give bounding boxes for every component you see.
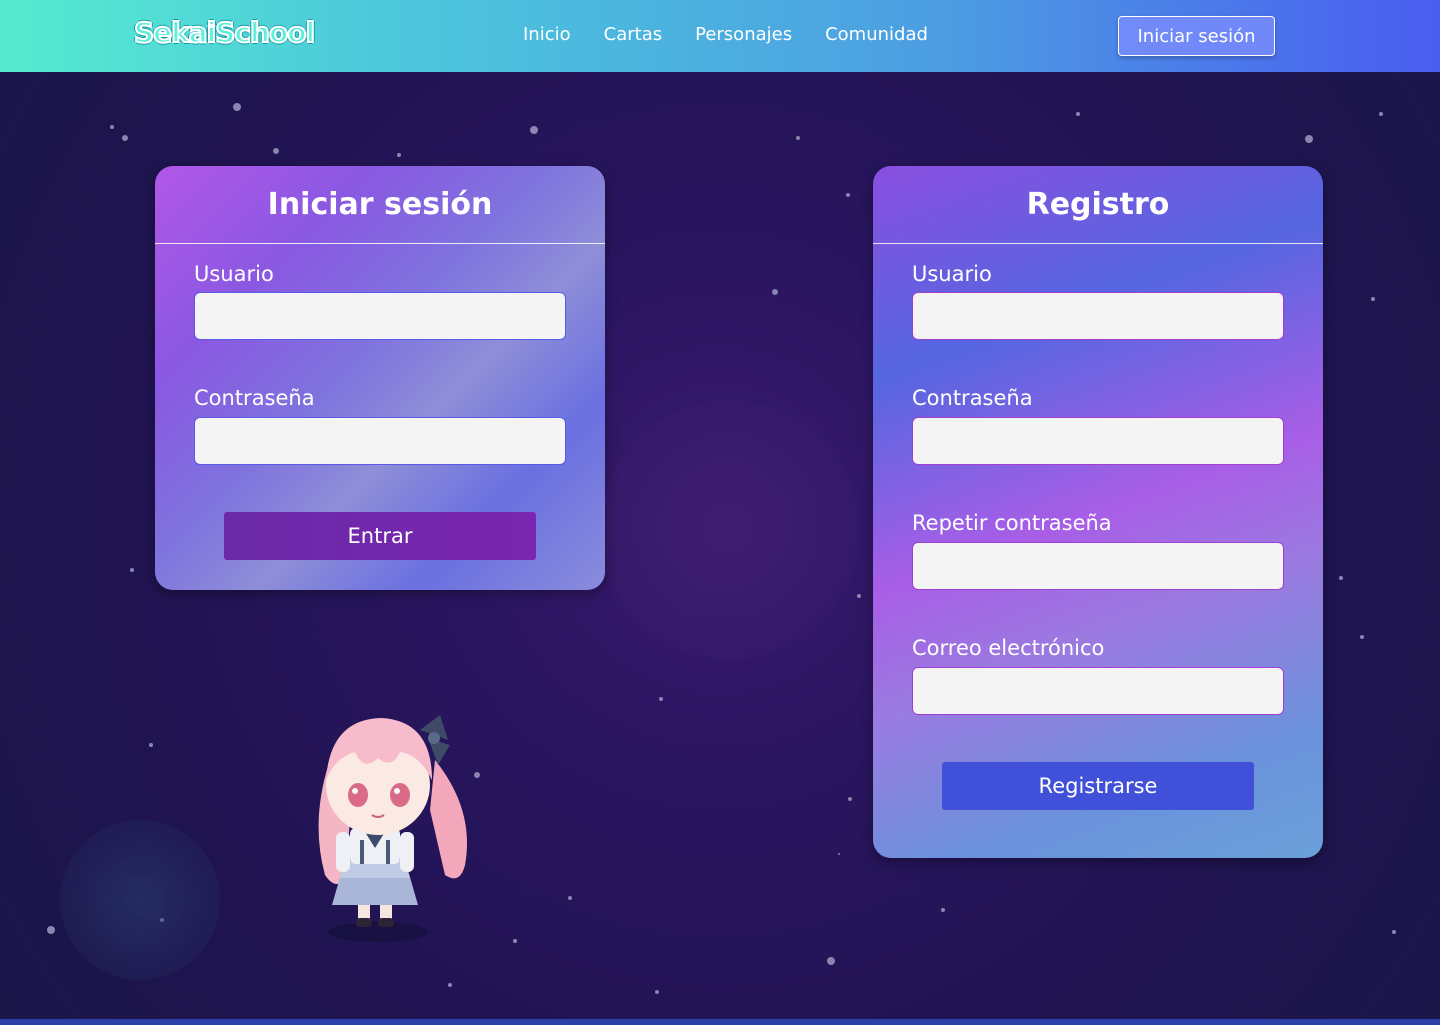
- star-dot: [513, 939, 517, 943]
- login-card: Iniciar sesión Usuario Contraseña Entrar: [155, 166, 605, 590]
- background-glow: [60, 820, 220, 980]
- star-dot: [149, 743, 153, 747]
- star-dot: [1360, 635, 1364, 639]
- star-dot: [530, 126, 538, 134]
- star-dot: [827, 957, 835, 965]
- register-submit-button[interactable]: Registrarse: [942, 762, 1254, 810]
- register-password-label: Contraseña: [912, 386, 1033, 410]
- star-dot: [1076, 112, 1080, 116]
- star-dot: [1379, 112, 1383, 116]
- star-dot: [110, 125, 114, 129]
- star-dot: [1305, 135, 1313, 143]
- register-title: Registro: [873, 166, 1323, 244]
- footer-line: [0, 1019, 1440, 1025]
- star-dot: [772, 289, 778, 295]
- star-dot: [838, 853, 840, 855]
- star-dot: [1339, 576, 1343, 580]
- star-dot: [846, 193, 850, 197]
- nav-link-inicio[interactable]: Inicio: [523, 24, 571, 45]
- navbar-login-button[interactable]: Iniciar sesión: [1118, 16, 1275, 56]
- star-dot: [941, 908, 945, 912]
- star-dot: [448, 983, 452, 987]
- star-dot: [122, 135, 128, 141]
- login-password-label: Contraseña: [194, 386, 315, 410]
- login-password-input[interactable]: [194, 417, 566, 465]
- chibi-character-icon: [318, 715, 467, 942]
- login-username-input[interactable]: [194, 292, 566, 340]
- star-dot: [857, 594, 861, 598]
- nav-link-cartas[interactable]: Cartas: [604, 24, 662, 45]
- star-dot: [848, 797, 852, 801]
- star-dot: [47, 926, 55, 934]
- register-password-input[interactable]: [912, 417, 1284, 465]
- star-dot: [796, 136, 800, 140]
- star-dot: [233, 103, 241, 111]
- register-card: Registro Usuario Contraseña Repetir cont…: [873, 166, 1323, 858]
- register-repeat-password-label: Repetir contraseña: [912, 511, 1112, 535]
- star-dot: [273, 148, 279, 154]
- register-username-input[interactable]: [912, 292, 1284, 340]
- star-dot: [655, 990, 659, 994]
- login-submit-button[interactable]: Entrar: [224, 512, 536, 560]
- register-email-label: Correo electrónico: [912, 636, 1105, 660]
- register-repeat-password-input[interactable]: [912, 542, 1284, 590]
- nav-link-comunidad[interactable]: Comunidad: [825, 24, 928, 45]
- login-title: Iniciar sesión: [155, 166, 605, 244]
- top-navbar: SekaiSchool Inicio Cartas Personajes Com…: [0, 0, 1440, 72]
- login-username-label: Usuario: [194, 262, 274, 286]
- site-logo[interactable]: SekaiSchool: [133, 15, 316, 50]
- star-dot: [1392, 930, 1396, 934]
- star-dot: [397, 153, 401, 157]
- background-glow: [600, 400, 860, 660]
- register-username-label: Usuario: [912, 262, 992, 286]
- star-dot: [568, 896, 572, 900]
- star-dot: [1371, 297, 1375, 301]
- star-dot: [659, 697, 663, 701]
- main-nav: Inicio Cartas Personajes Comunidad: [523, 24, 928, 45]
- register-email-input[interactable]: [912, 667, 1284, 715]
- star-dot: [130, 568, 134, 572]
- nav-link-personajes[interactable]: Personajes: [695, 24, 792, 45]
